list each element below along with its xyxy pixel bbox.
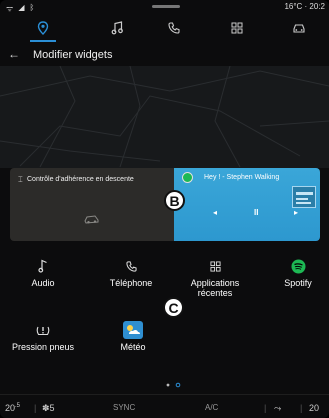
app-label: Applications récentes	[190, 278, 240, 298]
ac-button[interactable]: A/C	[205, 403, 218, 412]
app-audio[interactable]: Audio	[8, 257, 78, 288]
map-pin-icon[interactable]	[32, 19, 54, 37]
callout-b: B	[164, 190, 185, 211]
page-header: ← Modifier widgets	[0, 44, 329, 66]
page-title: Modifier widgets	[33, 49, 113, 61]
divider: |	[264, 403, 267, 413]
apps-grid-icon	[180, 257, 250, 275]
top-nav	[0, 14, 329, 42]
status-icons: ᯤ ◢ ᛒ	[6, 3, 34, 14]
active-tab-indicator	[30, 40, 56, 42]
pause-button[interactable]: II	[254, 208, 258, 217]
spotify-icon	[263, 257, 329, 275]
infotainment-screen: ᯤ ◢ ᛒ 16°C · 20:2 ← Modifier widgets ⌶ C…	[0, 0, 329, 418]
seat-airflow-icon[interactable]: ⤳	[274, 403, 281, 414]
status-bar: ᯤ ◢ ᛒ 16°C · 20:2	[0, 0, 329, 14]
app-label: Météo	[120, 342, 146, 352]
music-note-icon[interactable]	[106, 19, 128, 37]
fan-speed[interactable]: ✽5	[42, 403, 55, 414]
map-background	[0, 66, 329, 168]
app-spotify[interactable]: Spotify	[263, 257, 329, 288]
divider: |	[34, 403, 37, 413]
status-temp-time: 16°C · 20:2	[284, 2, 325, 11]
apps-grid-icon[interactable]	[226, 19, 248, 37]
fan-icon: ✽	[42, 403, 50, 413]
track-title: Hey ! - Stephen Walking	[204, 174, 280, 181]
phone-icon[interactable]	[163, 19, 185, 37]
drawer-handle[interactable]	[152, 5, 180, 8]
previous-track-button[interactable]: ◂	[213, 208, 217, 217]
widget-hill-descent-control[interactable]: ⌶ Contrôle d'adhérence en descente	[10, 168, 174, 241]
app-label: Pression pneus	[11, 342, 75, 352]
right-temperature[interactable]: 20	[309, 403, 319, 413]
app-label: Audio	[31, 278, 55, 288]
car-icon[interactable]	[288, 19, 310, 37]
app-label: Spotify	[284, 278, 312, 288]
callout-c: C	[163, 297, 184, 318]
app-phone[interactable]: Téléphone	[96, 257, 166, 288]
widget-resize-icon: ⌶	[18, 175, 23, 184]
album-art	[292, 186, 316, 208]
spotify-icon	[182, 172, 193, 183]
climate-bar: 20.5 | ✽5 SYNC A/C | ⤳ | 20	[0, 394, 329, 418]
hill-descent-car-icon	[84, 215, 99, 224]
weather-icon	[98, 321, 168, 339]
widget-hill-descent-label: Contrôle d'adhérence en descente	[27, 176, 134, 183]
left-temperature[interactable]: 20.5	[5, 403, 20, 413]
next-track-button[interactable]: ▸	[294, 208, 298, 217]
back-arrow-icon[interactable]: ←	[8, 47, 20, 61]
bluetooth-icon: ᛒ	[29, 3, 35, 12]
widget-spotify-player[interactable]: Hey ! - Stephen Walking ◂ II ▸	[174, 168, 320, 241]
music-note-icon	[8, 257, 78, 275]
app-label: Téléphone	[109, 278, 153, 288]
app-recent-applications[interactable]: Applications récentes	[180, 257, 250, 298]
sync-button[interactable]: SYNC	[113, 403, 135, 412]
app-tire-pressure[interactable]: Pression pneus	[4, 321, 82, 352]
divider: |	[300, 403, 303, 413]
signal-icon: ◢	[18, 3, 25, 12]
wifi-icon: ᯤ	[6, 4, 14, 13]
tire-pressure-icon	[4, 321, 82, 339]
phone-icon	[96, 257, 166, 275]
app-weather[interactable]: Météo	[98, 321, 168, 352]
page-indicator	[0, 376, 329, 388]
